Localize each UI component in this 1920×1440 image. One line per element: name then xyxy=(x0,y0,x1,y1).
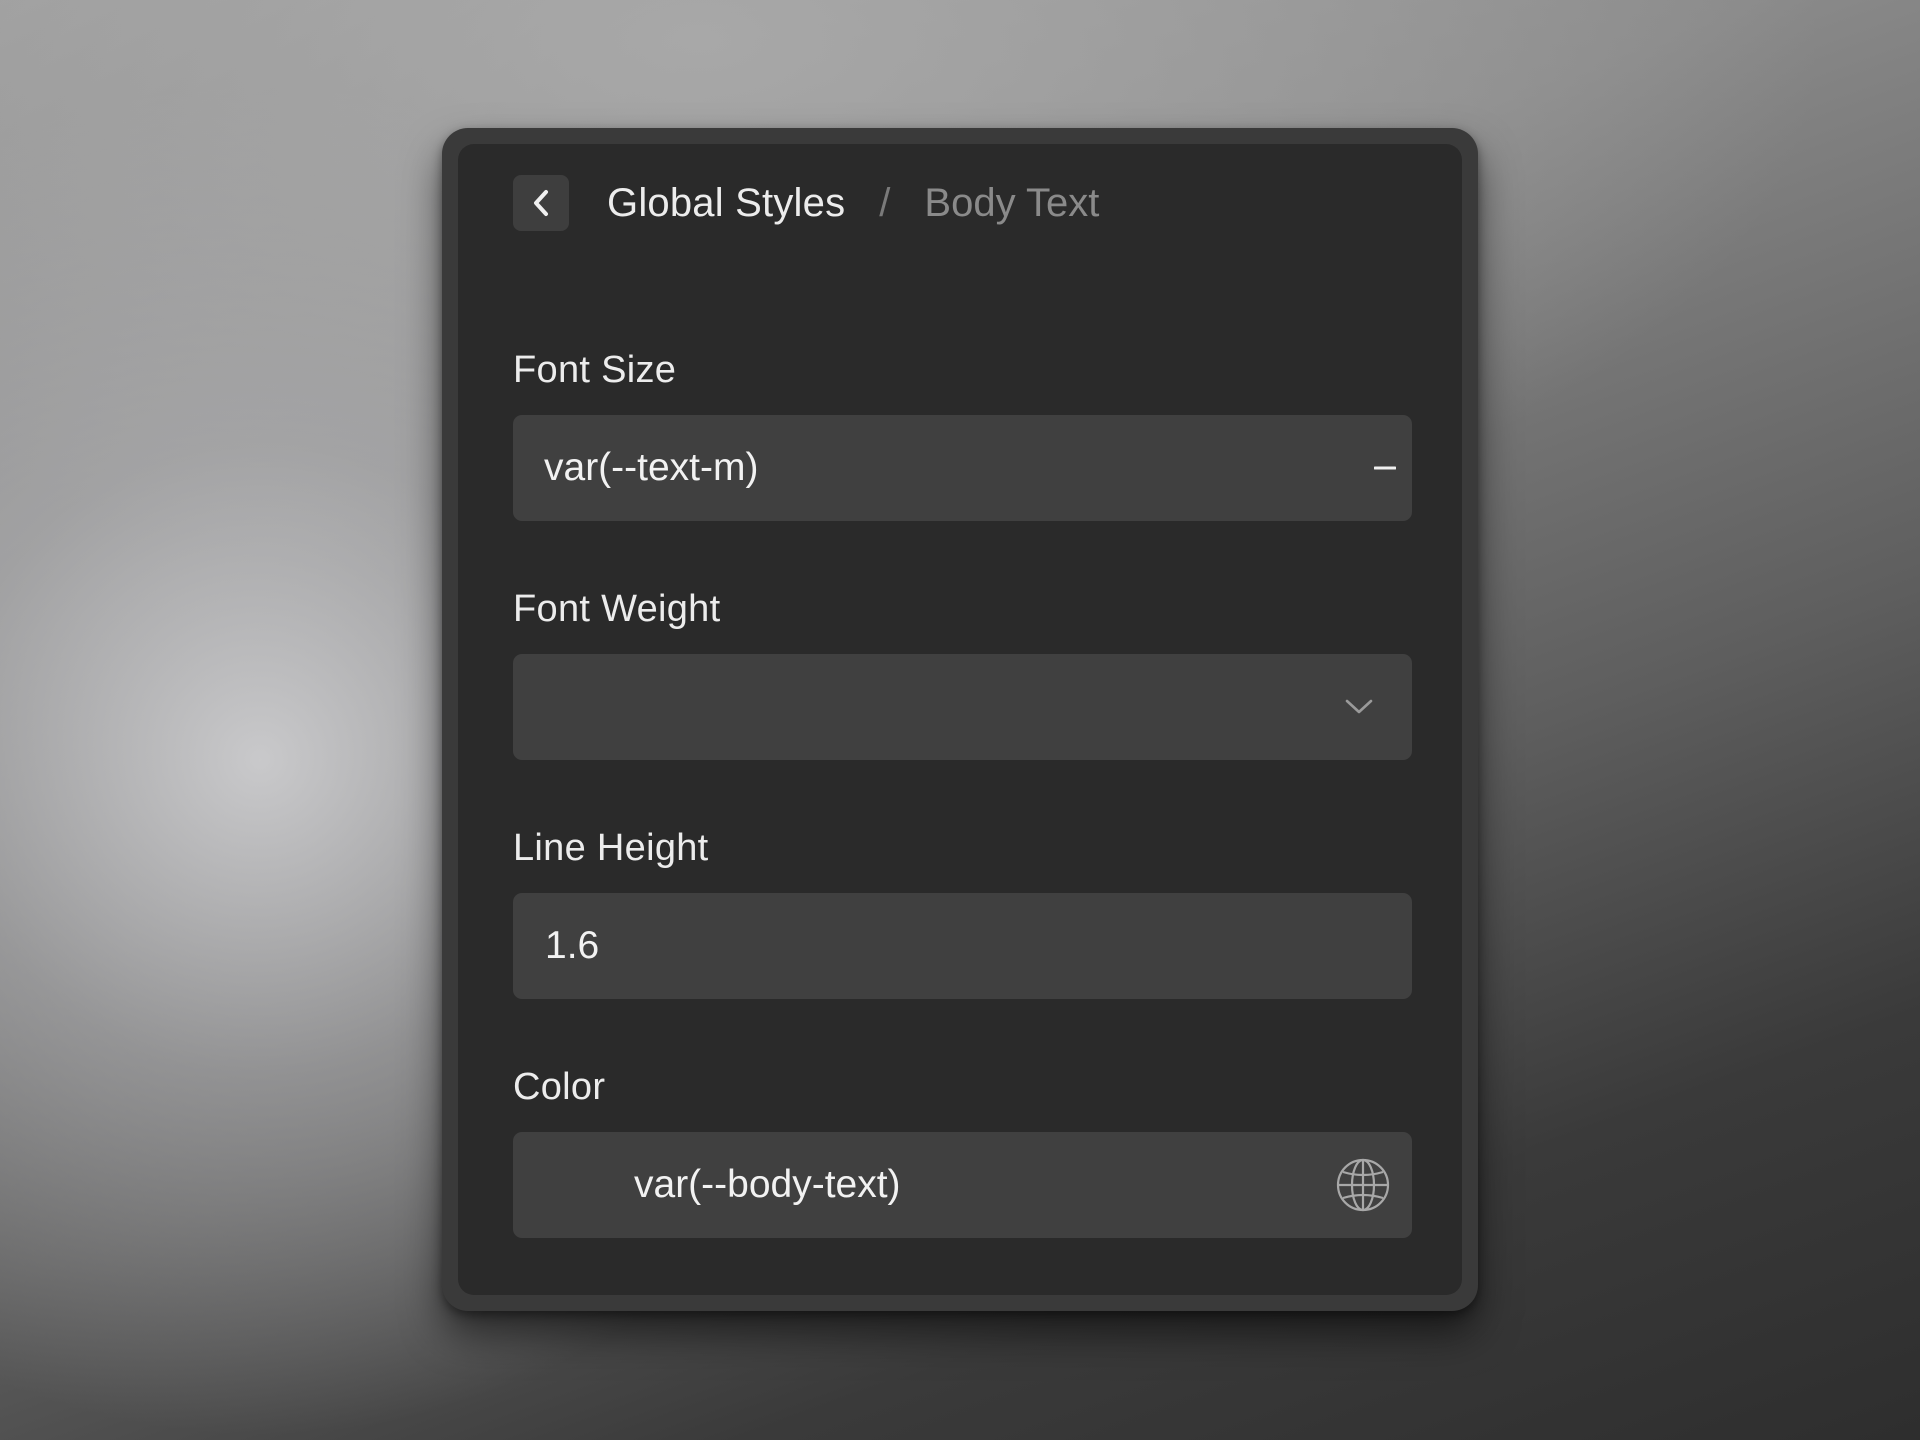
style-editor-window: Global Styles / Body Text Font Size var(… xyxy=(442,128,1478,1311)
breadcrumb-child: Body Text xyxy=(924,180,1100,225)
font-size-label: Font Size xyxy=(513,349,677,391)
line-height-field[interactable]: 1.6 xyxy=(513,893,1412,999)
back-button[interactable] xyxy=(513,175,569,231)
minus-icon[interactable] xyxy=(1370,453,1400,483)
line-height-value[interactable]: 1.6 xyxy=(545,924,599,968)
chevron-down-icon[interactable] xyxy=(1342,690,1376,724)
font-size-field[interactable]: var(--text-m) xyxy=(513,415,1412,521)
color-field[interactable]: var(--body-text) xyxy=(513,1132,1412,1238)
font-weight-select[interactable] xyxy=(513,654,1412,760)
chevron-left-icon xyxy=(530,188,552,218)
line-height-label: Line Height xyxy=(513,827,709,869)
font-size-value[interactable]: var(--text-m) xyxy=(544,446,758,490)
style-editor-panel: Global Styles / Body Text Font Size var(… xyxy=(458,144,1462,1295)
breadcrumb-separator: / xyxy=(879,180,891,225)
globe-icon[interactable] xyxy=(1334,1156,1392,1214)
color-value[interactable]: var(--body-text) xyxy=(634,1163,901,1207)
breadcrumb-current[interactable]: Global Styles xyxy=(607,181,845,226)
font-weight-label: Font Weight xyxy=(513,588,721,630)
breadcrumb: Global Styles / Body Text xyxy=(513,175,1422,231)
color-label: Color xyxy=(513,1066,606,1108)
